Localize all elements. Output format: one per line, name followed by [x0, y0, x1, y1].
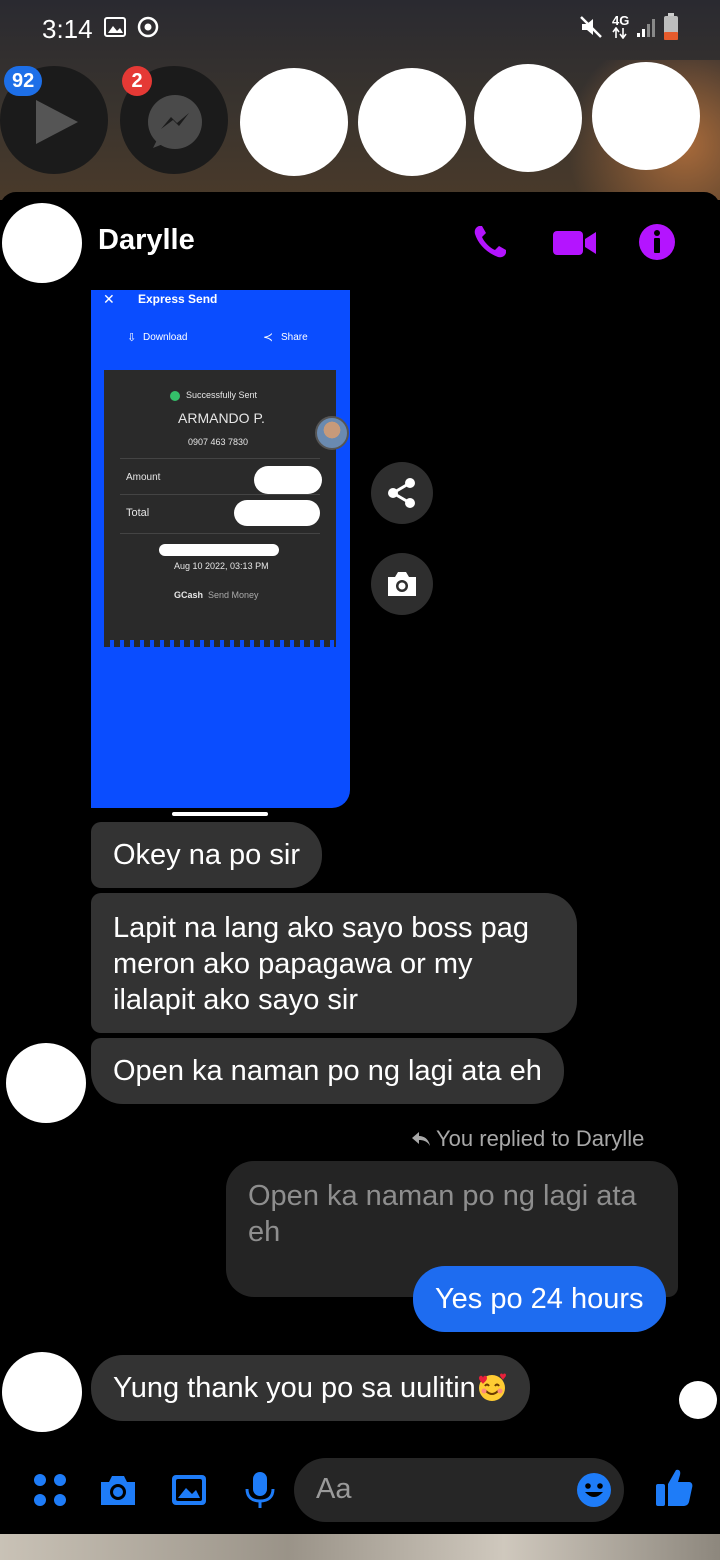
thumbs-up-icon[interactable] [654, 1466, 694, 1508]
data-arrows-icon [612, 27, 627, 39]
message-text: Yung thank you po sa uulitin [113, 1372, 476, 1404]
reply-note-text: You replied to Darylle [436, 1126, 645, 1151]
message-incoming[interactable]: Open ka naman po ng lagi ata eh [91, 1038, 564, 1104]
contact-name[interactable]: Darylle [98, 224, 195, 257]
chat-head-contact-2[interactable] [358, 68, 466, 176]
save-image-button[interactable] [371, 553, 433, 615]
info-icon[interactable] [637, 222, 677, 262]
message-outgoing[interactable]: Yes po 24 hours [413, 1266, 666, 1332]
chat-head-contact-4[interactable] [592, 62, 700, 170]
network-type: 4G [612, 13, 630, 28]
success-check-icon [170, 391, 180, 401]
smiling-face-with-hearts-emoji [478, 1373, 506, 1401]
receipt-close-icon: ✕ [103, 291, 115, 307]
redaction-mark-3 [159, 544, 279, 556]
receipt-status: Successfully Sent [186, 390, 258, 400]
reply-arrow-icon [412, 1132, 430, 1146]
image-scroll-handle [172, 812, 268, 816]
contact-avatar-small[interactable] [2, 1352, 82, 1432]
redaction-mark-1 [254, 466, 322, 494]
redaction-mark-2 [234, 500, 320, 526]
battery-icon [664, 13, 678, 40]
receipt-share-icon: ≺ [263, 330, 274, 344]
chat-head-badge-2: 2 [122, 66, 152, 96]
message-input[interactable]: Aa [294, 1458, 624, 1522]
message-incoming[interactable]: Yung thank you po sa uulitin [91, 1355, 530, 1421]
receipt-share-label: Share [281, 332, 308, 343]
share-image-button[interactable] [371, 462, 433, 524]
emoji-picker-icon[interactable] [576, 1472, 612, 1508]
receipt-amount-label: Amount [126, 472, 161, 483]
gallery-notification-icon [104, 17, 126, 37]
shared-receipt-image[interactable]: ✕ Express Send ⇩ Download ≺ Share Succes… [91, 290, 350, 808]
menu-dots-icon[interactable] [30, 1470, 70, 1510]
seen-indicator-avatar [679, 1381, 717, 1419]
reply-indicator: You replied to Darylle [410, 1126, 644, 1152]
signal-icon [637, 19, 655, 37]
message-incoming[interactable]: Lapit na lang ako sayo boss pag meron ak… [91, 893, 577, 1033]
phone-icon[interactable] [470, 222, 510, 262]
camera-icon[interactable] [98, 1470, 138, 1510]
contact-avatar-small[interactable] [6, 1043, 86, 1123]
receipt-recipient-number: 0907 463 7830 [188, 437, 249, 447]
message-incoming[interactable]: Okey na po sir [91, 822, 322, 888]
share-icon [388, 478, 415, 508]
chat-head-contact-1[interactable] [240, 68, 348, 176]
gallery-icon[interactable] [169, 1470, 209, 1510]
receipt-recipient-name: ARMANDO P. [178, 410, 265, 426]
receipt-footer-text: Send Money [208, 590, 259, 600]
status-time: 3:14 [42, 14, 93, 44]
chat-head-contact-3[interactable] [474, 64, 582, 172]
status-bar: 3:14 4G [0, 0, 720, 56]
chat-head-badge-1: 92 [4, 66, 43, 96]
sync-notification-icon [137, 16, 159, 38]
receipt-datetime: Aug 10 2022, 03:13 PM [174, 561, 269, 571]
mute-icon [580, 16, 602, 38]
receipt-header-title: Express Send [138, 292, 218, 306]
receipt-avatar [315, 416, 349, 450]
receipt-download-icon: ⇩ [127, 332, 137, 344]
camera-icon [388, 572, 416, 596]
microphone-icon[interactable] [240, 1470, 280, 1510]
bottom-wallpaper [0, 1534, 720, 1560]
receipt-footer-brand: GCash [174, 590, 204, 600]
contact-avatar[interactable] [2, 203, 82, 283]
message-input-placeholder: Aa [316, 1473, 352, 1505]
receipt-download-label: Download [143, 332, 188, 343]
receipt-total-label: Total [126, 507, 150, 519]
video-call-icon[interactable] [552, 222, 598, 262]
